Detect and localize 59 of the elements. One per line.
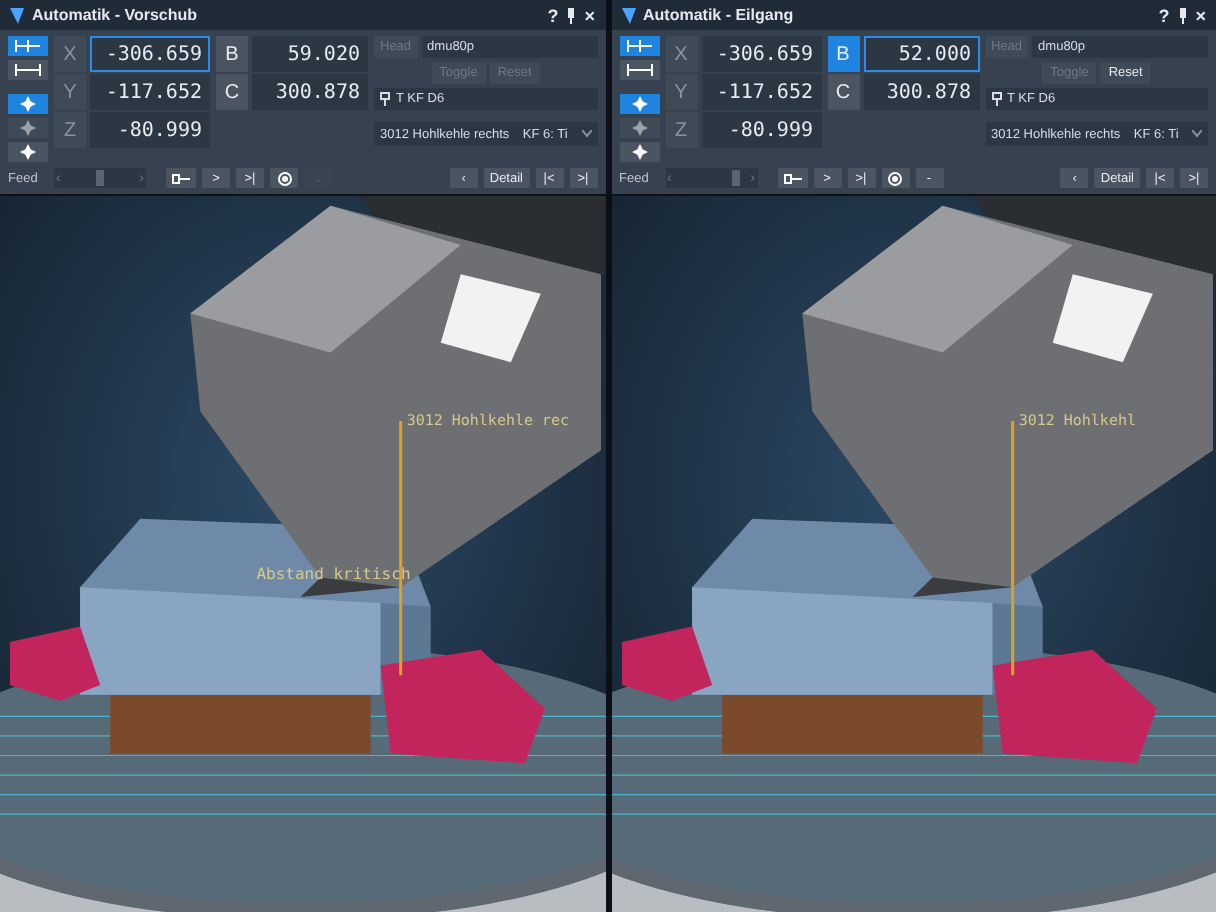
record-icon [277,171,291,185]
rotary-value-field[interactable]: 52.000 [863,36,979,72]
move-icon [20,96,36,112]
move-icon [20,120,36,136]
tool-icon [380,92,390,106]
axis-label: Z [54,112,86,148]
rotary-value-field[interactable]: 300.878 [863,74,979,110]
help-button[interactable]: ? [1158,5,1170,25]
range-icon [14,64,42,76]
axis-value-field[interactable]: -117.652 [90,74,210,110]
slider-thumb[interactable] [731,170,740,186]
axis-label: Y [54,74,86,110]
chevron-down-icon [581,130,591,138]
rotary-axis-button[interactable]: C [216,74,248,110]
slider-thumb[interactable] [96,170,104,186]
record-button[interactable] [270,168,298,188]
help-button[interactable]: ? [547,5,559,25]
range-icon [625,64,653,76]
rotary-axis-button[interactable]: B [216,36,248,72]
axis-value-field[interactable]: -80.999 [701,112,821,148]
axis-value-field[interactable]: -306.659 [90,36,210,72]
move-icon [20,144,36,160]
mode-button[interactable] [619,36,659,56]
jog-button[interactable] [8,142,48,162]
key-button[interactable] [166,168,196,188]
record-button[interactable] [881,168,909,188]
move-icon [631,144,647,160]
window-title: Automatik - Eilgang [643,6,796,24]
pin-icon[interactable] [566,7,577,23]
rotary-axis-button[interactable]: C [827,74,859,110]
axis-value-field[interactable]: -117.652 [701,74,821,110]
app-icon [10,7,24,23]
axis-label: X [54,36,86,72]
tool-icon [991,92,1001,106]
key-icon [172,173,190,183]
move-icon [631,96,647,112]
key-button[interactable] [777,168,807,188]
app-icon [621,7,635,23]
record-icon [888,171,902,185]
window-title: Automatik - Vorschub [32,6,200,24]
axis-label: X [665,36,697,72]
close-button[interactable]: × [584,5,595,25]
axis-value-field[interactable]: -306.659 [701,36,821,72]
pin-icon[interactable] [1177,7,1188,23]
rotary-value-field[interactable]: 59.020 [252,36,368,72]
mode-button[interactable] [8,60,48,80]
range-icon [14,40,42,52]
key-icon [783,173,801,183]
chevron-down-icon [1192,130,1202,138]
rotary-value-field[interactable]: 300.878 [252,74,368,110]
move-icon [631,120,647,136]
jog-button[interactable] [619,142,659,162]
axis-label: Y [665,74,697,110]
axis-label: Z [665,112,697,148]
range-icon [625,40,653,52]
jog-button[interactable] [619,94,659,114]
axis-value-field[interactable]: -80.999 [90,112,210,148]
mode-button[interactable] [619,60,659,80]
close-button[interactable]: × [1195,5,1206,25]
